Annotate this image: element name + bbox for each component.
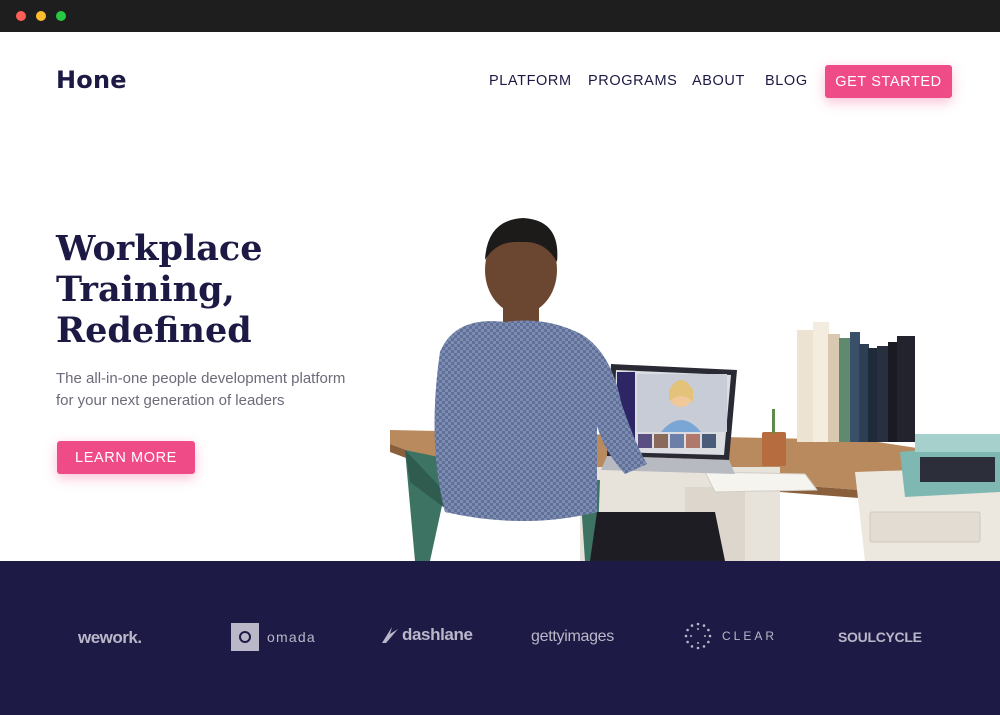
page: Hone PLATFORM PROGRAMS ABOUT BLOG GET ST…	[0, 32, 1000, 715]
omada-logo: omada	[231, 623, 316, 651]
hero-subtitle-line: for your next generation of leaders	[56, 392, 285, 409]
clear-wordmark: CLEAR	[722, 629, 778, 643]
soulcycle-logo: SOULCYCLE	[838, 629, 922, 645]
browser-chrome	[0, 0, 1000, 32]
hero-title-line: Workplace	[56, 228, 263, 269]
hero-title-line: Training,	[56, 269, 235, 310]
clear-dots-icon	[684, 622, 712, 650]
nav-platform[interactable]: PLATFORM	[489, 73, 572, 89]
gettyimages-logo: gettyimages	[531, 628, 614, 645]
clear-logo: CLEAR	[684, 622, 777, 650]
omada-mark-icon	[231, 623, 259, 651]
hero-title-line: Redefined	[56, 310, 252, 351]
minimize-window-dot[interactable]	[36, 11, 46, 21]
learn-more-button[interactable]: LEARN MORE	[57, 441, 195, 474]
get-started-button[interactable]: GET STARTED	[825, 65, 952, 98]
wework-logo: wework.	[78, 628, 142, 647]
nav-about[interactable]: ABOUT	[692, 73, 745, 89]
dashlane-logo: dashlane	[380, 623, 473, 645]
dashlane-wordmark: dashlane	[402, 625, 473, 644]
omada-wordmark: omada	[267, 629, 316, 645]
hero-subtitle-line: The all-in-one people development platfo…	[56, 370, 346, 387]
close-window-dot[interactable]	[16, 11, 26, 21]
hero-title: Workplace Training, Redefined	[56, 228, 376, 351]
dashlane-leaf-icon	[382, 627, 398, 643]
hero-image	[390, 218, 1000, 561]
hero-subtitle: The all-in-one people development platfo…	[56, 368, 376, 412]
site-logo[interactable]: Hone	[56, 66, 127, 94]
maximize-window-dot[interactable]	[56, 11, 66, 21]
nav-programs[interactable]: PROGRAMS	[588, 73, 677, 89]
nav-blog[interactable]: BLOG	[765, 73, 808, 89]
client-logos-band: wework. omada dashlane gettyimages CLEAR…	[0, 561, 1000, 715]
